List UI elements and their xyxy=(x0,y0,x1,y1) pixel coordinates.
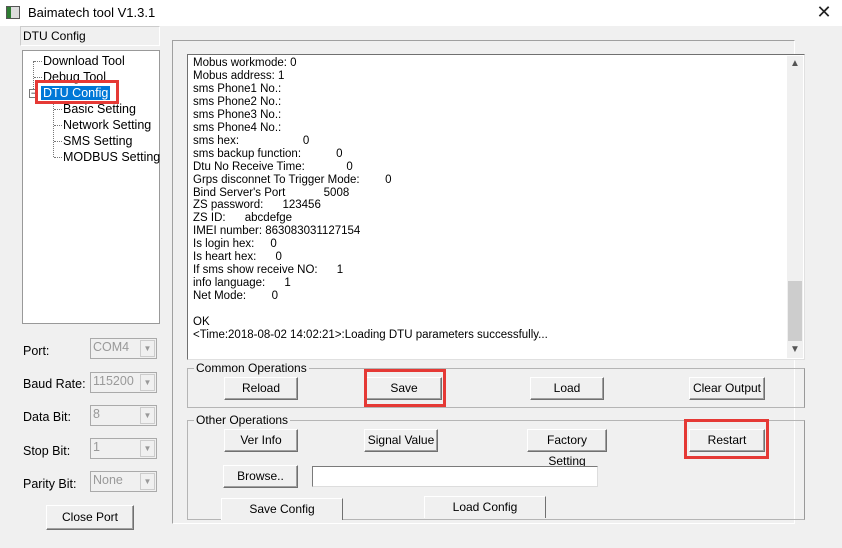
ver-info-button[interactable]: Ver Info xyxy=(224,429,298,452)
collapse-icon[interactable]: − xyxy=(29,89,38,98)
config-path-input[interactable] xyxy=(312,466,598,487)
tree-connector xyxy=(34,77,42,78)
signal-value-button[interactable]: Signal Value xyxy=(364,429,438,452)
browse-button[interactable]: Browse.. xyxy=(223,465,298,488)
tree-item-debug-tool[interactable]: Debug Tool xyxy=(43,70,106,84)
factory-setting-button[interactable]: Factory Setting xyxy=(527,429,607,468)
parity-bit-label: Parity Bit: xyxy=(23,477,77,491)
baud-rate-select[interactable]: 115200 ▼ xyxy=(90,372,157,393)
close-icon[interactable]: ✕ xyxy=(812,2,836,24)
chevron-down-icon[interactable]: ▼ xyxy=(140,407,155,424)
data-bit-select[interactable]: 8 ▼ xyxy=(90,405,157,426)
data-bit-label: Data Bit: xyxy=(23,410,71,424)
window-title: Baimatech tool V1.3.1 xyxy=(28,5,156,20)
close-port-button[interactable]: Close Port xyxy=(46,505,134,530)
output-text: Mobus workmode: 0 Mobus address: 1 sms P… xyxy=(193,57,548,342)
tree-connector xyxy=(34,61,42,62)
parity-bit-value: None xyxy=(93,473,123,487)
scrollbar[interactable]: ▲ ▼ xyxy=(787,56,803,358)
tree-item-dtu-config[interactable]: DTU Config xyxy=(41,86,111,100)
save-button[interactable]: Save xyxy=(366,377,442,400)
tree-item-basic-setting[interactable]: Basic Setting xyxy=(63,102,136,116)
load-config-button[interactable]: Load Config xyxy=(424,496,546,518)
chevron-down-icon[interactable]: ▼ xyxy=(140,440,155,457)
stop-bit-select[interactable]: 1 ▼ xyxy=(90,438,157,459)
tree-connector xyxy=(54,125,62,126)
reload-button[interactable]: Reload xyxy=(224,377,298,400)
stop-bit-value: 1 xyxy=(93,440,100,454)
stop-bit-label: Stop Bit: xyxy=(23,444,71,458)
chevron-down-icon[interactable]: ▼ xyxy=(140,374,155,391)
app-icon xyxy=(6,6,20,19)
nav-tree: Download Tool Debug Tool − DTU Config Ba… xyxy=(22,50,160,324)
tree-item-sms-setting[interactable]: SMS Setting xyxy=(63,134,132,148)
tree-connector xyxy=(54,109,62,110)
port-value: COM4 xyxy=(93,340,130,354)
tree-connector xyxy=(54,157,62,158)
port-label: Port: xyxy=(23,344,50,358)
scroll-up-icon[interactable]: ▲ xyxy=(787,56,803,72)
section-header: DTU Config xyxy=(20,26,160,46)
load-button[interactable]: Load xyxy=(530,377,604,400)
baud-rate-value: 115200 xyxy=(93,374,134,388)
chevron-down-icon[interactable]: ▼ xyxy=(140,473,155,490)
parity-bit-select[interactable]: None ▼ xyxy=(90,471,157,492)
common-operations-title: Common Operations xyxy=(194,361,309,375)
baud-rate-label: Baud Rate: xyxy=(23,377,86,391)
tree-item-network-setting[interactable]: Network Setting xyxy=(63,118,151,132)
scroll-thumb[interactable] xyxy=(788,281,802,341)
tree-item-download-tool[interactable]: Download Tool xyxy=(43,54,125,68)
title-bar: Baimatech tool V1.3.1 ✕ xyxy=(0,0,842,26)
tree-connector xyxy=(54,141,62,142)
other-operations-title: Other Operations xyxy=(194,413,291,427)
chevron-down-icon[interactable]: ▼ xyxy=(140,340,155,357)
clear-output-button[interactable]: Clear Output xyxy=(689,377,765,400)
scroll-down-icon[interactable]: ▼ xyxy=(787,342,803,358)
data-bit-value: 8 xyxy=(93,407,100,421)
tree-item-modbus-setting[interactable]: MODBUS Setting xyxy=(63,150,160,164)
restart-button[interactable]: Restart xyxy=(689,429,765,452)
save-config-button[interactable]: Save Config xyxy=(221,498,343,520)
port-select[interactable]: COM4 ▼ xyxy=(90,338,157,359)
output-log[interactable]: Mobus workmode: 0 Mobus address: 1 sms P… xyxy=(187,54,805,360)
